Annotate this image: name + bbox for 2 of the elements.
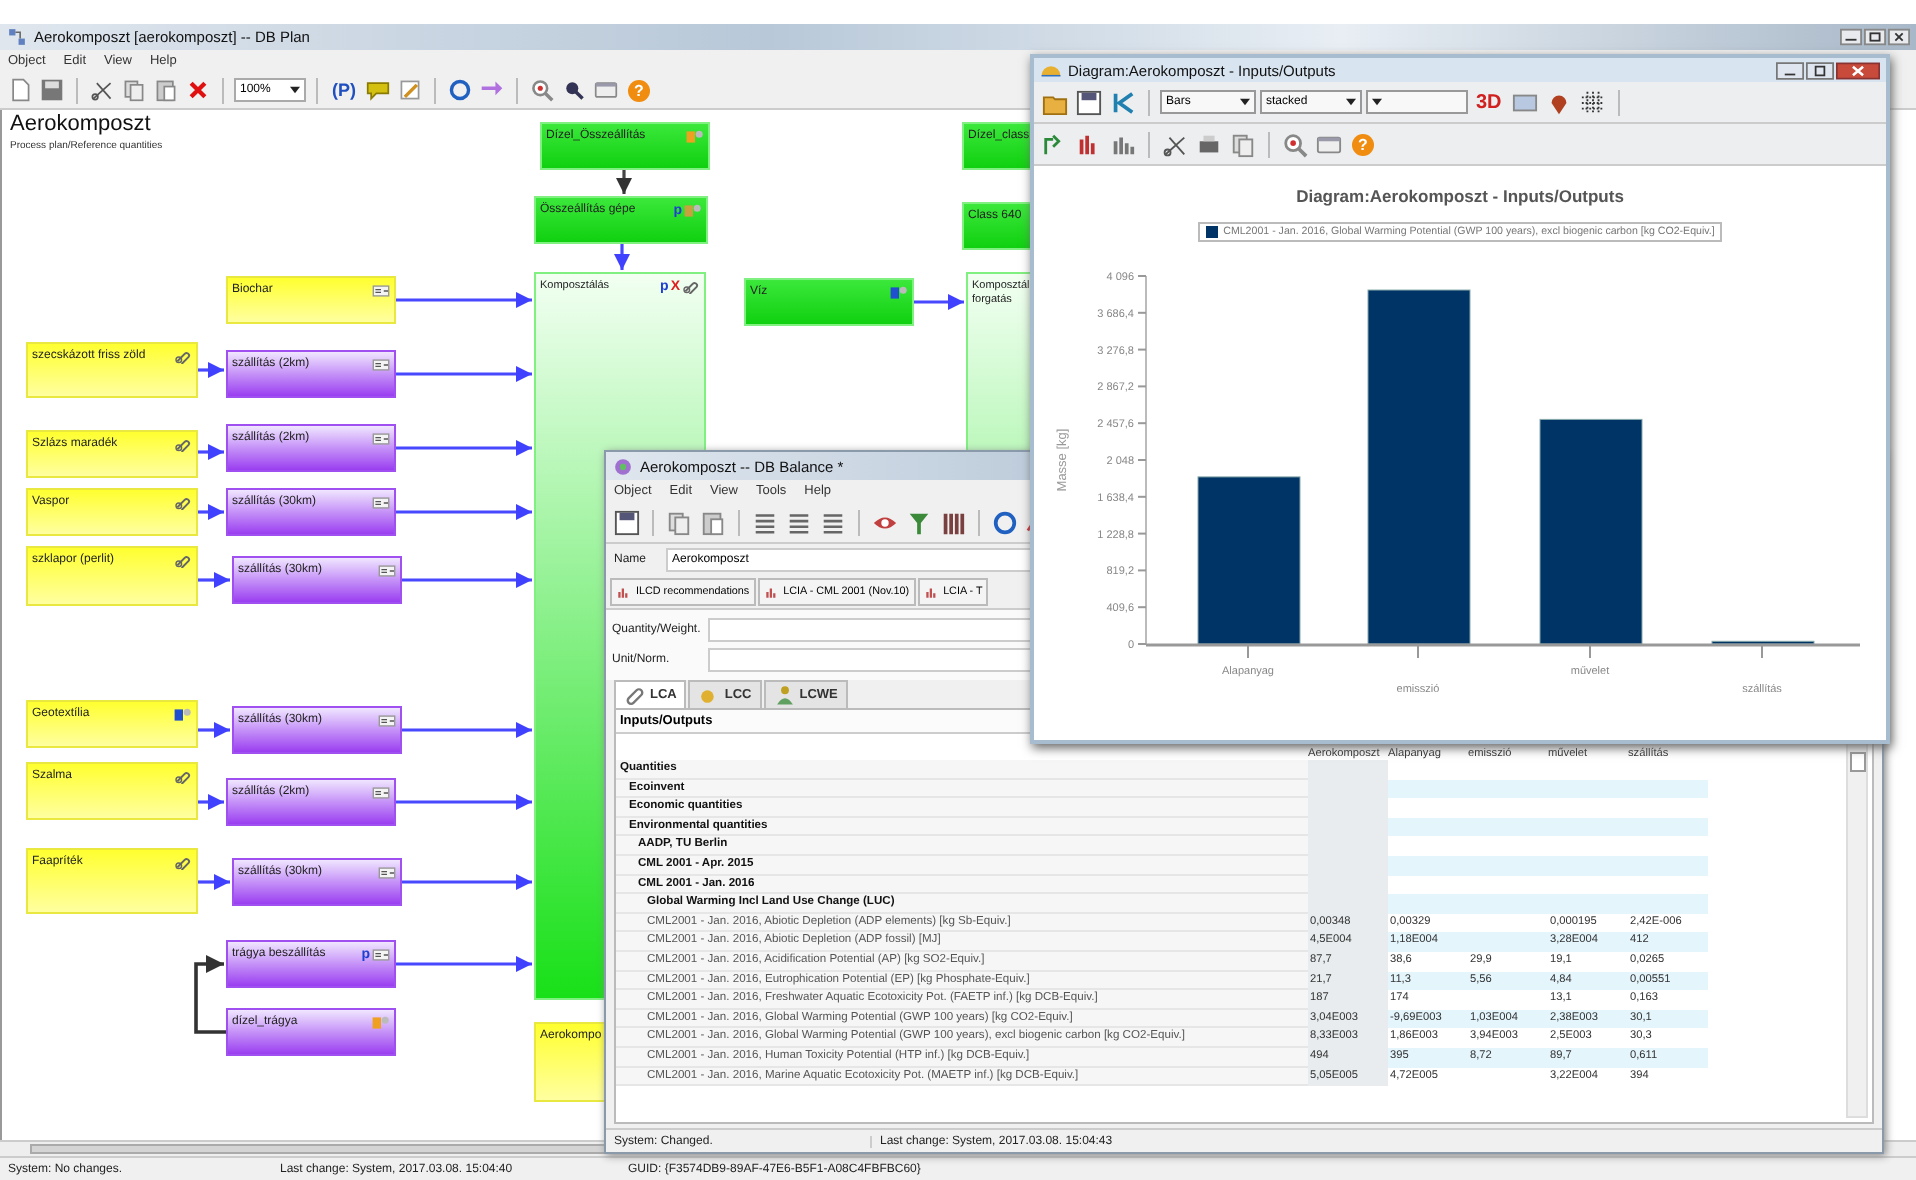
chart-title: Diagram:Aerokomposzt - Inputs/Outputs [1296,186,1624,206]
plan-title: Aerokomposzt [10,112,151,136]
